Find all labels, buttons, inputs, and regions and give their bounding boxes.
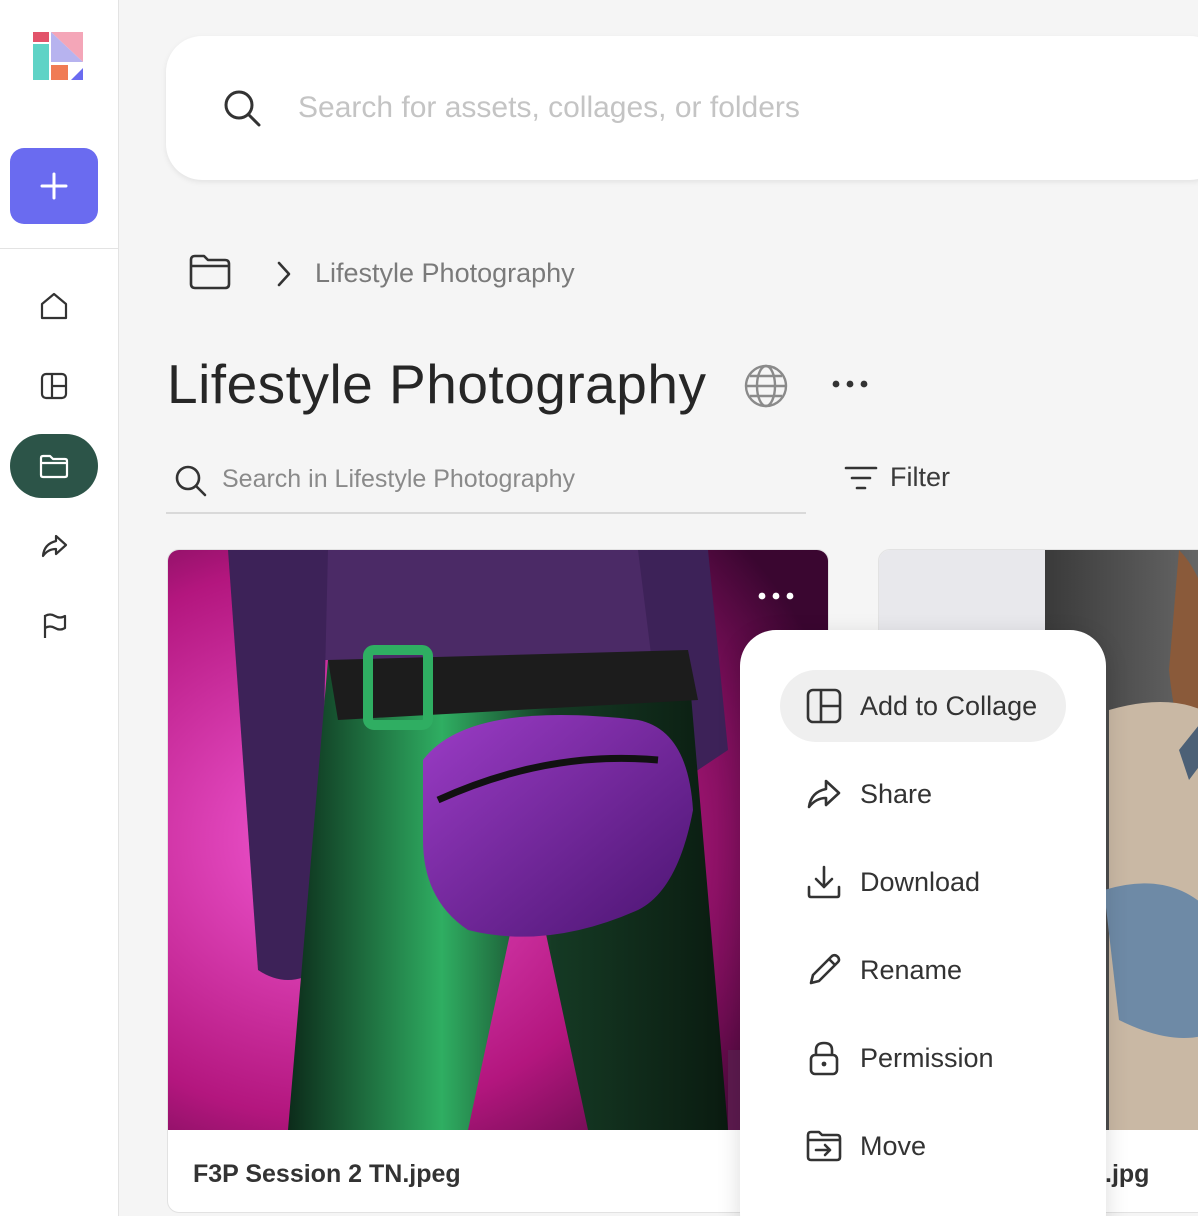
asset-card[interactable]: F3P Session 2 TN.jpeg	[167, 549, 829, 1213]
asset-filename: .jpg	[1105, 1160, 1150, 1188]
folder-search-input[interactable]: Search in Lifestyle Photography	[222, 465, 575, 494]
search-icon	[175, 465, 207, 497]
plus-icon	[40, 172, 68, 200]
card-more-icon[interactable]	[756, 586, 796, 606]
menu-item-label: Share	[860, 778, 933, 809]
folder-search-field[interactable]: Search in Lifestyle Photography	[166, 450, 806, 514]
menu-item-label: Download	[860, 866, 981, 897]
asset-filename: F3P Session 2 TN.jpeg	[193, 1160, 461, 1188]
nav-home[interactable]	[10, 274, 98, 338]
chevron-right-icon	[277, 261, 291, 287]
asset-thumbnail[interactable]	[168, 550, 829, 1130]
asset-context-menu: Add to Collage Share Download Rename Per…	[740, 630, 1106, 1216]
breadcrumb-current[interactable]: Lifestyle Photography	[315, 258, 575, 289]
nav-shared[interactable]	[10, 514, 98, 578]
menu-add-to-collage[interactable]: Add to Collage	[780, 670, 1066, 742]
collage-icon	[40, 372, 68, 400]
collage-icon	[806, 688, 842, 724]
global-search-input[interactable]: Search for assets, collages, or folders	[298, 91, 800, 125]
page-title: Lifestyle Photography	[167, 353, 707, 415]
more-options-icon[interactable]	[830, 372, 870, 396]
nav-reports[interactable]	[10, 594, 98, 658]
menu-item-label: Move	[860, 1130, 927, 1161]
menu-download[interactable]: Download	[780, 846, 1066, 918]
lock-icon	[809, 1041, 839, 1076]
search-icon	[224, 90, 261, 127]
sidebar-divider	[0, 248, 119, 249]
breadcrumb-folder-icon[interactable]	[188, 252, 232, 292]
move-folder-icon	[806, 1130, 842, 1162]
filter-label: Filter	[890, 462, 950, 492]
menu-move[interactable]: Move	[780, 1110, 1066, 1182]
folder-icon	[39, 454, 69, 479]
menu-item-label: Permission	[860, 1042, 994, 1073]
nav-collages[interactable]	[10, 354, 98, 418]
nav-folders[interactable]	[10, 434, 98, 498]
create-new-button[interactable]	[10, 148, 98, 224]
globe-icon[interactable]	[742, 362, 790, 410]
pencil-icon	[809, 953, 841, 985]
app-logo[interactable]	[33, 32, 83, 80]
share-icon	[807, 779, 841, 809]
flag-icon	[43, 613, 67, 638]
global-search-bar[interactable]: Search for assets, collages, or folders	[166, 36, 1198, 180]
menu-rename[interactable]: Rename	[780, 934, 1066, 1006]
download-icon	[807, 865, 841, 899]
share-icon	[41, 534, 68, 558]
menu-item-label: Add to Collage	[860, 690, 1038, 721]
sidebar	[0, 0, 119, 1216]
menu-share[interactable]: Share	[780, 758, 1066, 830]
filter-icon	[844, 466, 878, 489]
menu-permission[interactable]: Permission	[780, 1022, 1066, 1094]
home-icon	[40, 292, 68, 320]
filter-button[interactable]: Filter	[844, 462, 950, 493]
menu-item-label: Rename	[860, 954, 963, 985]
